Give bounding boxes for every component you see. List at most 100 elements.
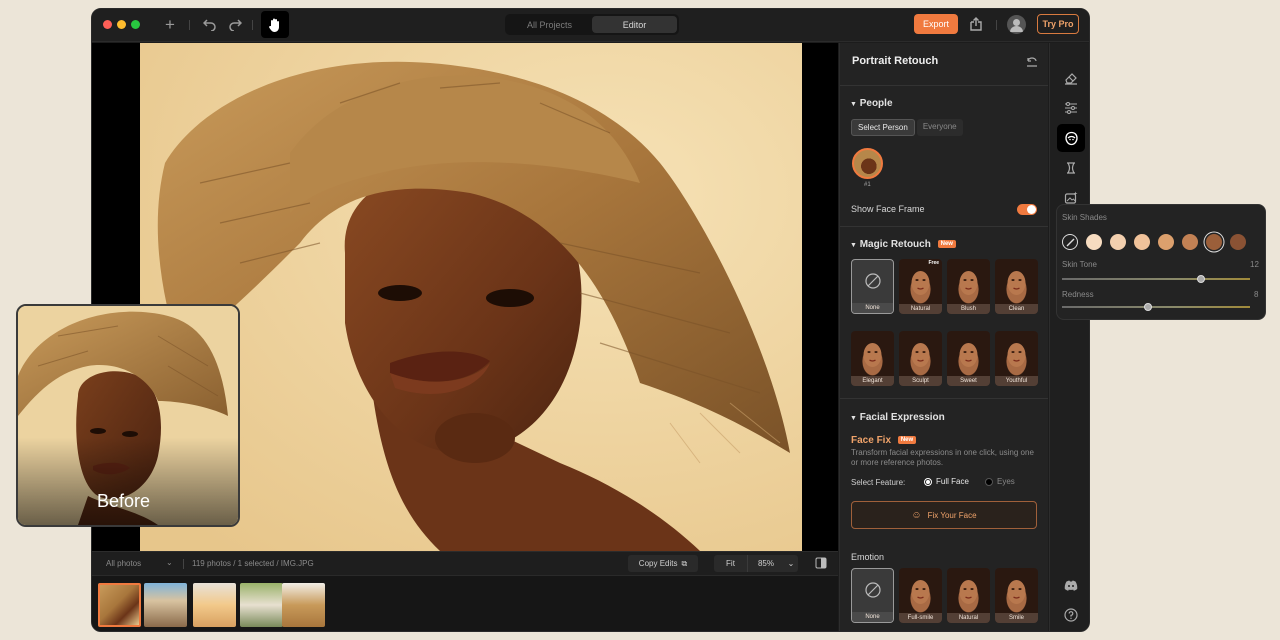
zoom-level[interactable]: 85% (748, 555, 784, 572)
skin-shades-popover: Skin Shades Skin Tone 12 Redness 8 (1056, 204, 1266, 320)
fix-your-face-button[interactable]: ☺ Fix Your Face (851, 501, 1037, 529)
people-section-header[interactable]: ▼ People (850, 98, 893, 109)
filmstrip-thumbnail[interactable] (144, 583, 187, 627)
undo-icon[interactable] (198, 15, 220, 35)
chevron-down-icon[interactable]: ⌄ (784, 555, 798, 572)
filmstrip-thumbnail[interactable] (193, 583, 236, 627)
redo-icon[interactable] (224, 15, 246, 35)
magic-retouch-section-header[interactable]: ▼ Magic Retouch New (850, 239, 956, 250)
face-thumbnail (1007, 343, 1026, 367)
portrait-retouch-icon[interactable] (1057, 124, 1085, 152)
facial-expression-section-header[interactable]: ▼ Facial Expression (850, 412, 945, 423)
slider-thumb[interactable] (1144, 303, 1153, 311)
new-badge: New (937, 240, 956, 249)
full-face-label: Full Face (936, 477, 969, 486)
photo-filter-dropdown[interactable]: All photos (106, 559, 141, 568)
divider (189, 20, 190, 30)
full-face-radio[interactable]: Full Face (924, 477, 969, 486)
divider (840, 398, 1048, 399)
preset-card-youthful[interactable]: Youthful (995, 331, 1038, 386)
redness-slider[interactable] (1062, 303, 1250, 311)
before-label: Before (97, 491, 151, 511)
export-button[interactable]: Export (914, 14, 958, 34)
minimize-window-button[interactable] (117, 20, 126, 29)
skin-shade-swatch[interactable] (1206, 234, 1222, 250)
face-fix-label: Face Fix (851, 435, 892, 446)
person-avatar[interactable] (852, 148, 883, 179)
face-thumbnail (959, 271, 978, 295)
preset-card-natural[interactable]: Natural (947, 568, 990, 623)
copy-edits-button[interactable]: Copy Edits ⧉ (628, 555, 698, 572)
emotion-heading: Emotion (851, 552, 885, 562)
tab-all-projects[interactable]: All Projects (507, 16, 592, 33)
tool-rail (1049, 43, 1089, 631)
preset-card-clean[interactable]: Clean (995, 259, 1038, 314)
skin-shade-swatch[interactable] (1230, 234, 1246, 250)
skin-tone-slider[interactable] (1062, 275, 1250, 283)
bottom-bar: All photos ⌄ 119 photos / 1 selected / I… (92, 551, 838, 575)
preset-card-smile[interactable]: Smile (995, 568, 1038, 623)
share-icon[interactable] (969, 17, 983, 31)
discord-icon[interactable] (1057, 571, 1085, 599)
filmstrip-thumbnail-selected[interactable] (98, 583, 141, 627)
radio-icon (985, 477, 993, 486)
app-window: + All Projects Editor Export Try Pro All… (91, 8, 1090, 632)
preset-label: Youthful (995, 376, 1038, 386)
preset-card-full-smile[interactable]: Full-smile (899, 568, 942, 623)
copy-icon: ⧉ (681, 558, 688, 568)
eyes-radio[interactable]: Eyes (985, 477, 1015, 486)
zoom-window-button[interactable] (131, 20, 140, 29)
preset-card-natural[interactable]: Natural Free (899, 259, 942, 314)
divider (252, 20, 253, 30)
slider-thumb[interactable] (1197, 275, 1206, 283)
adjustments-icon[interactable] (1057, 94, 1085, 122)
compare-icon[interactable] (815, 557, 827, 569)
close-window-button[interactable] (103, 20, 112, 29)
face-sparkle-icon: ☺ (911, 509, 922, 521)
hand-tool-icon[interactable] (261, 11, 289, 38)
divider (840, 226, 1048, 227)
skin-shade-swatch[interactable] (1158, 234, 1174, 250)
preset-label: Blush (947, 304, 990, 314)
select-person-button[interactable]: Select Person (851, 119, 915, 136)
facial-expression-heading: Facial Expression (859, 412, 945, 423)
filmstrip (92, 575, 838, 631)
skin-tone-value: 12 (1250, 260, 1259, 269)
skin-shade-swatch[interactable] (1134, 234, 1150, 250)
filmstrip-thumbnail[interactable] (240, 583, 283, 627)
face-fix-description: Transform facial expressions in one clic… (851, 448, 1034, 467)
reset-icon[interactable] (1026, 55, 1038, 67)
preset-label: Smile (995, 613, 1038, 623)
preset-label: None (852, 612, 893, 622)
preset-card-none[interactable]: None (851, 568, 894, 623)
caret-down-icon: ▼ (850, 242, 857, 249)
no-shade-swatch[interactable] (1062, 234, 1078, 250)
add-icon[interactable]: + (159, 15, 181, 35)
titlebar: + All Projects Editor Export Try Pro (92, 9, 1089, 42)
free-badge: Free (928, 260, 939, 266)
filmstrip-thumbnail[interactable] (282, 583, 325, 627)
preset-card-sculpt[interactable]: Sculpt (899, 331, 942, 386)
preset-card-none[interactable]: None (851, 259, 894, 314)
body-shape-icon[interactable] (1057, 154, 1085, 182)
person-tag: #1 (864, 182, 871, 188)
everyone-button[interactable]: Everyone (916, 119, 963, 136)
skin-shade-swatch[interactable] (1110, 234, 1126, 250)
redness-value: 8 (1254, 290, 1259, 299)
preset-label: Natural (899, 304, 942, 314)
show-face-frame-toggle[interactable] (1017, 204, 1037, 215)
chevron-down-icon[interactable]: ⌄ (166, 558, 173, 567)
eraser-icon[interactable] (1057, 64, 1085, 92)
account-avatar[interactable] (1007, 15, 1026, 34)
preset-card-sweet[interactable]: Sweet (947, 331, 990, 386)
help-icon[interactable] (1057, 601, 1085, 629)
try-pro-button[interactable]: Try Pro (1037, 14, 1079, 34)
preset-card-elegant[interactable]: Elegant (851, 331, 894, 386)
preset-card-blush[interactable]: Blush (947, 259, 990, 314)
face-fix-title: Face Fix New (851, 435, 917, 446)
fit-button[interactable]: Fit (714, 555, 748, 572)
skin-shade-swatch[interactable] (1086, 234, 1102, 250)
caret-down-icon: ▼ (850, 101, 857, 108)
skin-shade-swatch[interactable] (1182, 234, 1198, 250)
tab-editor[interactable]: Editor (592, 16, 677, 33)
